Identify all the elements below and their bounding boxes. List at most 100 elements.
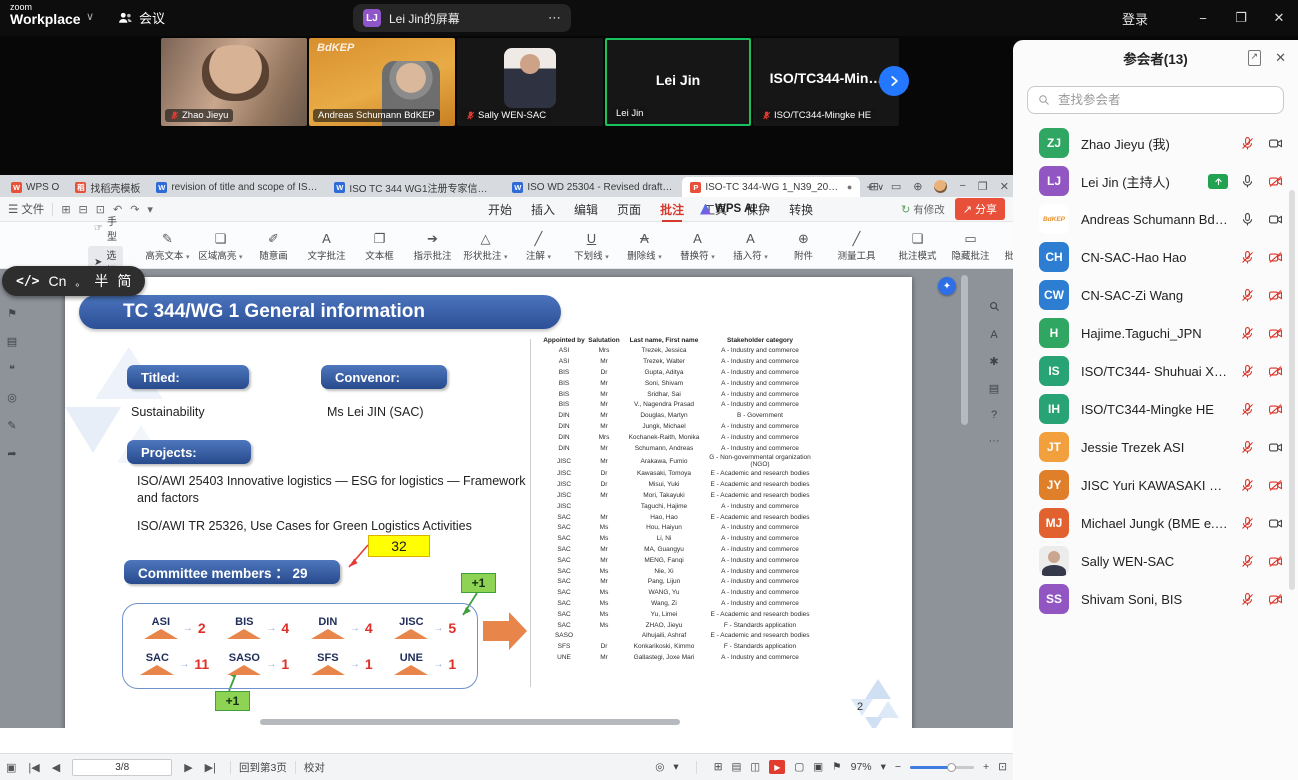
window-icon[interactable]: ▭ [891,180,901,193]
last-page-button[interactable]: ▶| [205,761,216,774]
redo-icon[interactable]: ↷ [130,203,139,216]
zoom-out-button[interactable]: − [895,761,901,773]
mic-status-icon[interactable] [1240,478,1255,493]
participant-row[interactable]: SS Shivam Soni, BIS [1013,580,1298,618]
crop-icon[interactable]: ▣ [813,761,823,773]
caret-down-icon[interactable]: ▾ [673,761,678,773]
comment-icon[interactable]: ❝ [9,363,15,376]
mic-status-icon[interactable] [1240,402,1255,417]
mic-status-icon[interactable] [1240,288,1255,303]
more-options-icon[interactable]: ⋯ [548,10,561,26]
back-to-page-button[interactable]: 回到第3页 [239,760,287,775]
ribbon-tool[interactable]: ✐ 随意画 [247,229,300,262]
camera-status-icon[interactable] [1267,478,1284,493]
hand-tool[interactable]: ☞ 手型 [88,212,123,244]
help-icon[interactable]: ? [991,409,997,421]
bookmark-icon[interactable]: ⚑ [7,307,17,320]
edit-icon[interactable]: A [990,329,997,341]
proofread-button[interactable]: 校对 [304,760,325,775]
thumbnail-panel-icon[interactable]: ▣ [6,761,16,774]
document-tab[interactable]: W ISO WD 25304 - Revised draft --fo [504,177,682,197]
slider-knob[interactable] [947,763,956,772]
open-icon[interactable]: ⊞ [61,203,70,216]
first-page-button[interactable]: |◀ [28,761,39,774]
chevron-down-icon[interactable]: ∨ [86,10,94,23]
ribbon-tool[interactable]: ➔ 指示批注 [406,229,459,262]
camera-status-icon[interactable] [1267,592,1284,607]
participant-row[interactable]: CH CN-SAC-Hao Hao [1013,238,1298,276]
user-avatar[interactable] [934,180,947,193]
camera-status-icon[interactable] [1267,212,1284,227]
camera-status-icon[interactable] [1267,440,1284,455]
shared-screen-pill[interactable]: LJ Lei Jin的屏幕 ⋯ [353,4,571,32]
ime-language[interactable]: Cn [48,273,66,289]
mic-status-icon[interactable] [1240,136,1255,151]
ribbon-tool[interactable]: A 插入符 ▾ [724,229,777,262]
wps-assistant-button[interactable]: ✦ [938,277,956,295]
zoom-slider[interactable] [910,766,974,769]
fullscreen-icon[interactable]: ⊡ [998,761,1007,773]
tag-icon[interactable]: ◎ [7,391,17,404]
ribbon-tool[interactable]: ▭ 隐藏批注 [944,229,997,262]
participant-row[interactable]: JY JISC Yuri KAWASAKI Observer [1013,466,1298,504]
participant-row[interactable]: LJ Lei Jin (主持人) [1013,162,1298,200]
mic-status-icon[interactable] [1240,440,1255,455]
popout-icon[interactable]: ↗ [1248,50,1262,66]
mic-status-icon[interactable] [1240,326,1255,341]
participant-row[interactable]: H Hajime.Taguchi_JPN [1013,314,1298,352]
video-tile[interactable]: ISO/TC344-Min… ISO/TC344-Mingke HE [753,38,899,126]
participant-row[interactable]: IH ISO/TC344-Mingke HE [1013,390,1298,428]
restore-button[interactable]: ❐ [1224,0,1258,36]
ribbon-tool[interactable]: ╱ 注解 ▾ [512,229,565,262]
participant-row[interactable]: ZJ Zhao Jieyu (我) [1013,124,1298,162]
camera-status-icon[interactable] [1267,554,1284,569]
next-page-button[interactable]: ▶ [184,761,192,774]
participant-search[interactable] [1027,86,1284,114]
horizontal-scrollbar[interactable] [260,719,680,725]
menu-item[interactable]: 转换 [789,197,813,222]
zoom-level[interactable]: 97% [851,761,872,773]
ime-code-icon[interactable]: </> [16,274,39,289]
participant-row[interactable]: IS ISO/TC344- Shuhuai Xiao [1013,352,1298,390]
ribbon-tool[interactable]: ✎ 高亮文本 ▾ [141,229,194,262]
eye-protect-icon[interactable]: ◎ [655,761,664,773]
document-tab[interactable]: 稻 找稻壳模板 [67,177,148,197]
ime-punctuation[interactable]: 。 [75,274,85,289]
outline-icon[interactable]: ▤ [7,335,17,348]
document-tab[interactable]: P ISO-TC 344-WG 1_N39_2025-0 ● [682,177,860,197]
flag-icon[interactable]: ⚑ [832,761,841,773]
camera-status-icon[interactable] [1267,174,1284,189]
menu-item[interactable]: 插入 [531,197,555,222]
participant-row[interactable]: MJ Michael Jungk (BME e.V.) [1013,504,1298,542]
find-icon[interactable] [989,301,1000,315]
mic-status-icon[interactable] [1240,516,1255,531]
settings-icon[interactable]: ✱ [989,355,998,368]
mic-status-icon[interactable] [1240,174,1255,189]
camera-status-icon[interactable] [1267,136,1284,151]
page-indicator[interactable]: 3/8 [72,759,172,776]
ribbon-tool[interactable]: ❐ 文本框 [353,229,406,262]
participant-row[interactable]: BdKEP Andreas Schumann BdKEP [1013,200,1298,238]
caret-down-icon[interactable]: ▾ [147,203,153,216]
video-tile[interactable]: Lei Jin Lei Jin [605,38,751,126]
wps-ai-button[interactable]: WPS AI [700,203,755,215]
login-button[interactable]: 登录 [1122,9,1148,28]
apps-grid-icon[interactable]: ⊞ [870,180,879,193]
forward-icon[interactable]: ➦ [7,447,16,460]
vertical-scrollbar[interactable] [961,271,968,726]
search-input[interactable] [1056,92,1256,108]
minimize-button[interactable]: − [1186,0,1220,36]
menu-item[interactable]: 编辑 [574,197,598,222]
mic-status-icon[interactable] [1240,250,1255,265]
ime-halfwidth[interactable]: 半 [94,271,108,291]
document-tab[interactable]: W WPS O [3,177,67,197]
video-tile[interactable]: Sally WEN-SAC [457,38,603,126]
ribbon-tool[interactable]: A 文字批注 [300,229,353,262]
more-icon[interactable]: ··· [989,435,1000,447]
caret-down-icon[interactable]: ▾ [881,761,886,773]
ime-simplified[interactable]: 简 [117,271,131,291]
wps-close-button[interactable]: ✕ [1000,180,1009,193]
menu-item[interactable]: 批注 [660,197,684,222]
wps-minimize-button[interactable]: − [959,180,965,192]
slideshow-button[interactable]: ▶ [769,760,785,774]
